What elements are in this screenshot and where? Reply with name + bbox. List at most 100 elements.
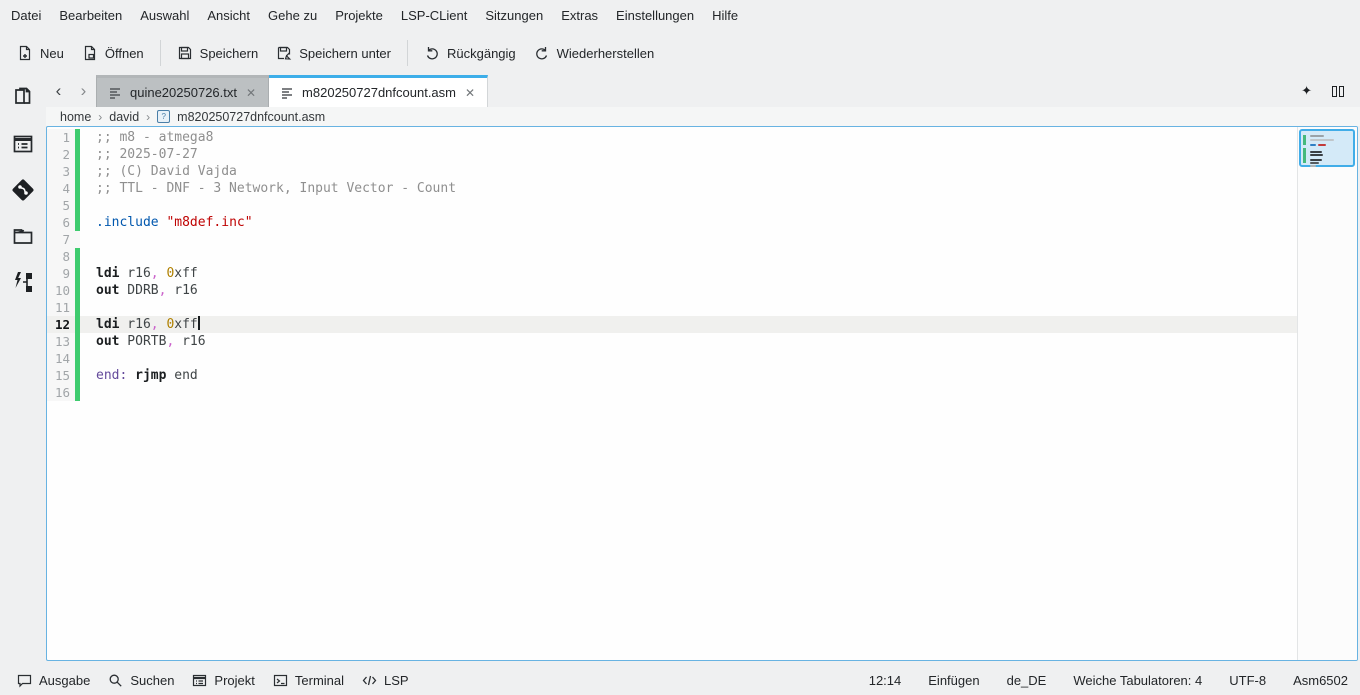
- open-button[interactable]: Öffnen: [73, 39, 153, 67]
- editor-lines[interactable]: 1 ;; m8 - atmega8 2 ;; 2025-07-27 3 ;; (C) Da…: [47, 127, 1297, 660]
- line-number[interactable]: 3: [47, 163, 75, 180]
- code-line-text[interactable]: ;; (C) David Vajda: [80, 163, 1297, 180]
- code-line-text[interactable]: ;; TTL - DNF - 3 Network, Input Vector -…: [80, 180, 1297, 197]
- search-toolview-button[interactable]: Suchen: [99, 670, 183, 691]
- pin-icon[interactable]: ✦: [1301, 83, 1312, 99]
- code-line-text[interactable]: ldi r16, 0xff: [80, 316, 1297, 333]
- line-number[interactable]: 16: [47, 384, 75, 401]
- code-line[interactable]: 12 ldi r16, 0xff: [47, 316, 1297, 333]
- tab-close-button[interactable]: ✕: [245, 86, 257, 100]
- terminal-toolview-button[interactable]: Terminal: [264, 670, 353, 691]
- line-number[interactable]: 15: [47, 367, 75, 384]
- new-button[interactable]: Neu: [8, 39, 73, 67]
- menu-sitzungen[interactable]: Sitzungen: [476, 0, 552, 31]
- menu-projekte[interactable]: Projekte: [326, 0, 392, 31]
- project-toolview-button[interactable]: Projekt: [183, 670, 263, 691]
- output-toolview-button[interactable]: Ausgabe: [8, 670, 99, 691]
- minimap-scrollbar[interactable]: [1297, 127, 1357, 660]
- menu-hilfe[interactable]: Hilfe: [703, 0, 747, 31]
- tab-history-forward-button[interactable]: ›: [71, 75, 96, 107]
- sidebar-item-git[interactable]: [8, 177, 38, 203]
- minimap-viewport[interactable]: [1299, 129, 1355, 167]
- line-number[interactable]: 12: [47, 316, 75, 333]
- breadcrumb-filename[interactable]: m820250727dnfcount.asm: [177, 110, 325, 124]
- sidebar-item-symbols[interactable]: [8, 131, 38, 157]
- sidebar-item-documents[interactable]: [8, 85, 38, 111]
- code-line[interactable]: 3 ;; (C) David Vajda: [47, 163, 1297, 180]
- tab-m820250727dnfcount[interactable]: m820250727dnfcount.asm ✕: [269, 75, 488, 107]
- code-line-text[interactable]: [80, 231, 1297, 248]
- line-number[interactable]: 11: [47, 299, 75, 316]
- line-number[interactable]: 14: [47, 350, 75, 367]
- code-line-text[interactable]: out DDRB, r16: [80, 282, 1297, 299]
- redo-button[interactable]: Wiederherstellen: [525, 39, 664, 67]
- code-line[interactable]: 7: [47, 231, 1297, 248]
- insert-mode[interactable]: Einfügen: [928, 673, 979, 688]
- menu-gehe-zu[interactable]: Gehe zu: [259, 0, 326, 31]
- line-number[interactable]: 6: [47, 214, 75, 231]
- code-line[interactable]: 9 ldi r16, 0xff: [47, 265, 1297, 282]
- line-number[interactable]: 5: [47, 197, 75, 214]
- code-line[interactable]: 16: [47, 384, 1297, 401]
- save-button[interactable]: Speichern: [168, 39, 268, 67]
- split-view-icon[interactable]: [1332, 86, 1344, 97]
- text-file-icon: [108, 86, 122, 100]
- code-line-text[interactable]: ldi r16, 0xff: [80, 265, 1297, 282]
- output-icon: [17, 673, 32, 688]
- code-line[interactable]: 13 out PORTB, r16: [47, 333, 1297, 350]
- code-line[interactable]: 4 ;; TTL - DNF - 3 Network, Input Vector …: [47, 180, 1297, 197]
- menu-ansicht[interactable]: Ansicht: [198, 0, 259, 31]
- menu-lsp-client[interactable]: LSP-CLient: [392, 0, 476, 31]
- tab-quine20250726[interactable]: quine20250726.txt ✕: [96, 75, 269, 107]
- tab-close-button[interactable]: ✕: [464, 86, 476, 100]
- line-number[interactable]: 7: [47, 231, 75, 248]
- code-line[interactable]: 6 .include "m8def.inc": [47, 214, 1297, 231]
- menu-einstellungen[interactable]: Einstellungen: [607, 0, 703, 31]
- menu-datei[interactable]: Datei: [2, 0, 50, 31]
- tab-history-back-button[interactable]: ‹: [46, 75, 71, 107]
- save-as-button[interactable]: Speichern unter: [267, 39, 400, 67]
- code-line[interactable]: 14: [47, 350, 1297, 367]
- line-number[interactable]: 1: [47, 129, 75, 146]
- code-line[interactable]: 15 end: rjmp end: [47, 367, 1297, 384]
- undo-button[interactable]: Rückgängig: [415, 39, 525, 67]
- project-button-label: Projekt: [214, 673, 254, 688]
- git-icon: [10, 177, 36, 203]
- sidebar-item-filesystem[interactable]: [8, 223, 38, 249]
- code-line[interactable]: 2 ;; 2025-07-27: [47, 146, 1297, 163]
- code-line-text[interactable]: ;; m8 - atmega8: [80, 129, 1297, 146]
- line-number[interactable]: 13: [47, 333, 75, 350]
- line-number[interactable]: 10: [47, 282, 75, 299]
- sidebar-item-external-tools[interactable]: [8, 269, 38, 295]
- code-line-text[interactable]: end: rjmp end: [80, 367, 1297, 384]
- code-line[interactable]: 8: [47, 248, 1297, 265]
- breadcrumb: home › david › ? m820250727dnfcount.asm: [46, 107, 1360, 126]
- cursor-position[interactable]: 12:14: [869, 673, 902, 688]
- code-line-text[interactable]: ;; 2025-07-27: [80, 146, 1297, 163]
- line-number[interactable]: 9: [47, 265, 75, 282]
- breadcrumb-home[interactable]: home: [60, 110, 91, 124]
- code-line[interactable]: 5: [47, 197, 1297, 214]
- lsp-toolview-button[interactable]: LSP: [353, 670, 418, 691]
- line-number[interactable]: 2: [47, 146, 75, 163]
- code-line[interactable]: 11: [47, 299, 1297, 316]
- encoding[interactable]: UTF-8: [1229, 673, 1266, 688]
- code-line[interactable]: 1 ;; m8 - atmega8: [47, 129, 1297, 146]
- breadcrumb-david[interactable]: david: [109, 110, 139, 124]
- dictionary-locale[interactable]: de_DE: [1007, 673, 1047, 688]
- menu-extras[interactable]: Extras: [552, 0, 607, 31]
- code-line-text[interactable]: [80, 384, 1297, 401]
- line-number[interactable]: 4: [47, 180, 75, 197]
- syntax-mode[interactable]: Asm6502: [1293, 673, 1348, 688]
- code-line-text[interactable]: [80, 197, 1297, 214]
- code-line[interactable]: 10 out DDRB, r16: [47, 282, 1297, 299]
- menu-bearbeiten[interactable]: Bearbeiten: [50, 0, 131, 31]
- code-line-text[interactable]: [80, 248, 1297, 265]
- code-line-text[interactable]: [80, 299, 1297, 316]
- code-line-text[interactable]: [80, 350, 1297, 367]
- line-number[interactable]: 8: [47, 248, 75, 265]
- code-line-text[interactable]: out PORTB, r16: [80, 333, 1297, 350]
- code-line-text[interactable]: .include "m8def.inc": [80, 214, 1297, 231]
- menu-auswahl[interactable]: Auswahl: [131, 0, 198, 31]
- tab-width[interactable]: Weiche Tabulatoren: 4: [1073, 673, 1202, 688]
